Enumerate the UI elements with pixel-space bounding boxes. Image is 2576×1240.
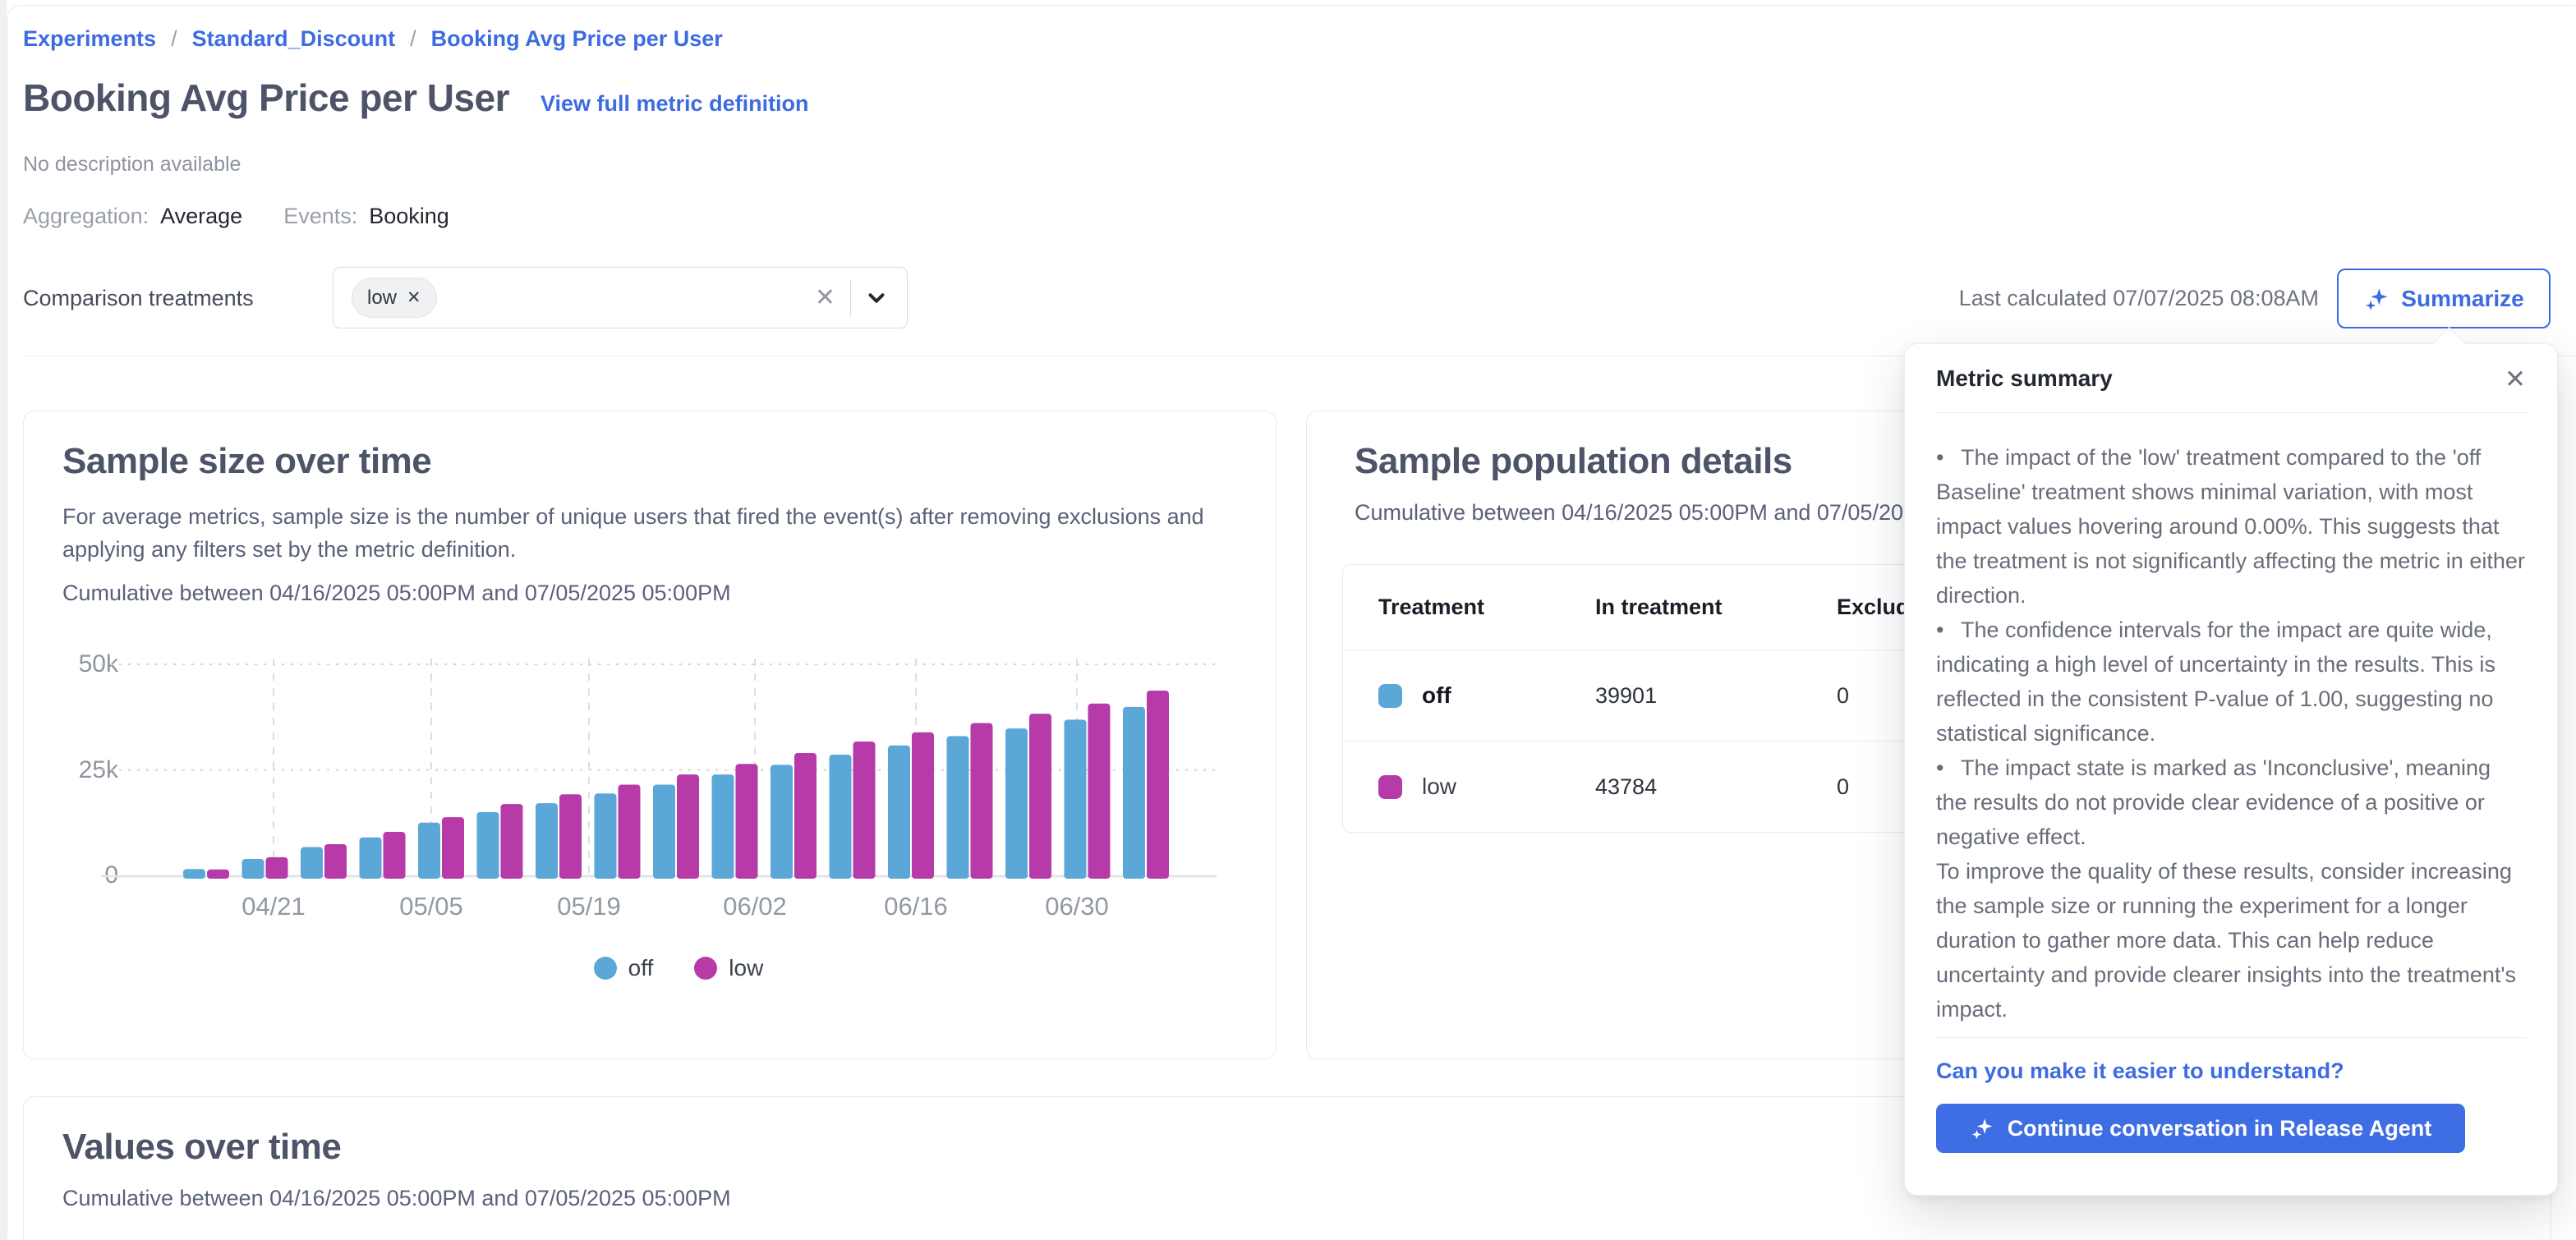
x-tick-label: 04/21 (208, 892, 339, 921)
legend-dot (694, 957, 717, 980)
chip-remove-icon[interactable]: ✕ (407, 287, 421, 308)
title-row: Booking Avg Price per User View full met… (23, 76, 809, 120)
treatment-color-swatch (1378, 684, 1402, 708)
aggregation-row: Aggregation: Average Events: Booking (23, 204, 449, 229)
popover-caret (2432, 327, 2466, 361)
in-treatment-value: 43784 (1595, 774, 1837, 800)
chart-legend: off low (140, 955, 1217, 981)
x-tick-label: 06/16 (850, 892, 982, 921)
continue-conversation-button[interactable]: Continue conversation in Release Agent (1936, 1104, 2465, 1153)
y-tick-label: 25k (48, 756, 118, 784)
y-tick-label: 50k (48, 650, 118, 678)
summary-bullet: • The impact state is marked as 'Inconcl… (1936, 751, 2526, 854)
treatment-chip-low[interactable]: low ✕ (352, 278, 437, 318)
events-label: Events: (283, 204, 357, 229)
breadcrumb-experiments[interactable]: Experiments (23, 26, 156, 52)
metric-summary-popover: Metric summary ✕ • The impact of the 'lo… (1904, 343, 2558, 1196)
select-clear-icon[interactable]: ✕ (800, 283, 850, 312)
sample-size-card: Sample size over time For average metric… (23, 411, 1276, 1059)
in-treatment-value: 39901 (1595, 683, 1837, 709)
summary-paragraph: To improve the quality of these results,… (1936, 854, 2526, 1026)
x-tick-label: 05/05 (366, 892, 497, 921)
continue-conversation-label: Continue conversation in Release Agent (2008, 1116, 2432, 1141)
easier-to-understand-link[interactable]: Can you make it easier to understand? (1936, 1059, 2526, 1084)
aggregation-value: Average (160, 204, 242, 229)
aggregation-label: Aggregation: (23, 204, 149, 229)
sparkles-icon (2363, 286, 2390, 312)
last-calculated-text: Last calculated 07/07/2025 08:08AM (1959, 286, 2319, 311)
x-tick-label: 06/30 (1011, 892, 1143, 921)
col-header-treatment: Treatment (1343, 595, 1595, 620)
popover-divider (1936, 1037, 2526, 1038)
sample-population-title: Sample population details (1355, 441, 1792, 482)
bar-chart-canvas (140, 654, 1217, 877)
page-title: Booking Avg Price per User (23, 76, 509, 120)
summarize-button[interactable]: Summarize (2337, 269, 2551, 328)
sample-size-chart (140, 654, 1217, 877)
sample-size-description: For average metrics, sample size is the … (62, 500, 1204, 566)
summarize-label: Summarize (2401, 286, 2523, 312)
breadcrumb-experiment-name[interactable]: Standard_Discount (192, 26, 396, 52)
select-divider (850, 279, 851, 317)
treatment-name: off (1422, 682, 1451, 709)
comparison-treatments-label: Comparison treatments (23, 286, 254, 311)
legend-item[interactable]: low (694, 955, 763, 981)
sparkles-icon (1970, 1116, 1994, 1141)
breadcrumb-separator: / (410, 26, 416, 52)
legend-label: off (628, 955, 654, 981)
metric-description: No description available (23, 153, 241, 177)
treatment-color-swatch (1378, 775, 1402, 799)
treatment-chip-label: low (367, 287, 397, 310)
close-icon[interactable]: ✕ (2505, 366, 2526, 392)
x-tick-label: 05/19 (523, 892, 655, 921)
events-value: Booking (369, 204, 449, 229)
legend-item[interactable]: off (594, 955, 654, 981)
sample-size-cumulative: Cumulative between 04/16/2025 05:00PM an… (62, 581, 731, 606)
experiment-metric-page: Experiments / Standard_Discount / Bookin… (7, 0, 2576, 1240)
legend-dot (594, 957, 617, 980)
comparison-treatments-select[interactable]: low ✕ ✕ (333, 267, 908, 328)
treatment-name: low (1422, 774, 1456, 800)
popover-divider (1936, 412, 2526, 413)
view-full-metric-definition-link[interactable]: View full metric definition (540, 91, 809, 117)
values-over-time-cumulative: Cumulative between 04/16/2025 05:00PM an… (62, 1186, 731, 1211)
metric-summary-title: Metric summary (1936, 365, 2113, 392)
legend-label: low (729, 955, 763, 981)
metric-summary-body: • The impact of the 'low' treatment comp… (1936, 440, 2526, 1026)
summary-bullet: • The impact of the 'low' treatment comp… (1936, 440, 2526, 613)
sample-size-title: Sample size over time (62, 441, 431, 482)
summary-bullet: • The confidence intervals for the impac… (1936, 613, 2526, 751)
x-tick-label: 06/02 (689, 892, 821, 921)
breadcrumb: Experiments / Standard_Discount / Bookin… (23, 26, 723, 52)
col-header-in-treatment: In treatment (1595, 595, 1837, 620)
values-over-time-title: Values over time (62, 1127, 341, 1168)
chevron-down-icon[interactable] (858, 279, 895, 317)
breadcrumb-separator: / (171, 26, 177, 52)
breadcrumb-metric-name[interactable]: Booking Avg Price per User (431, 26, 723, 52)
